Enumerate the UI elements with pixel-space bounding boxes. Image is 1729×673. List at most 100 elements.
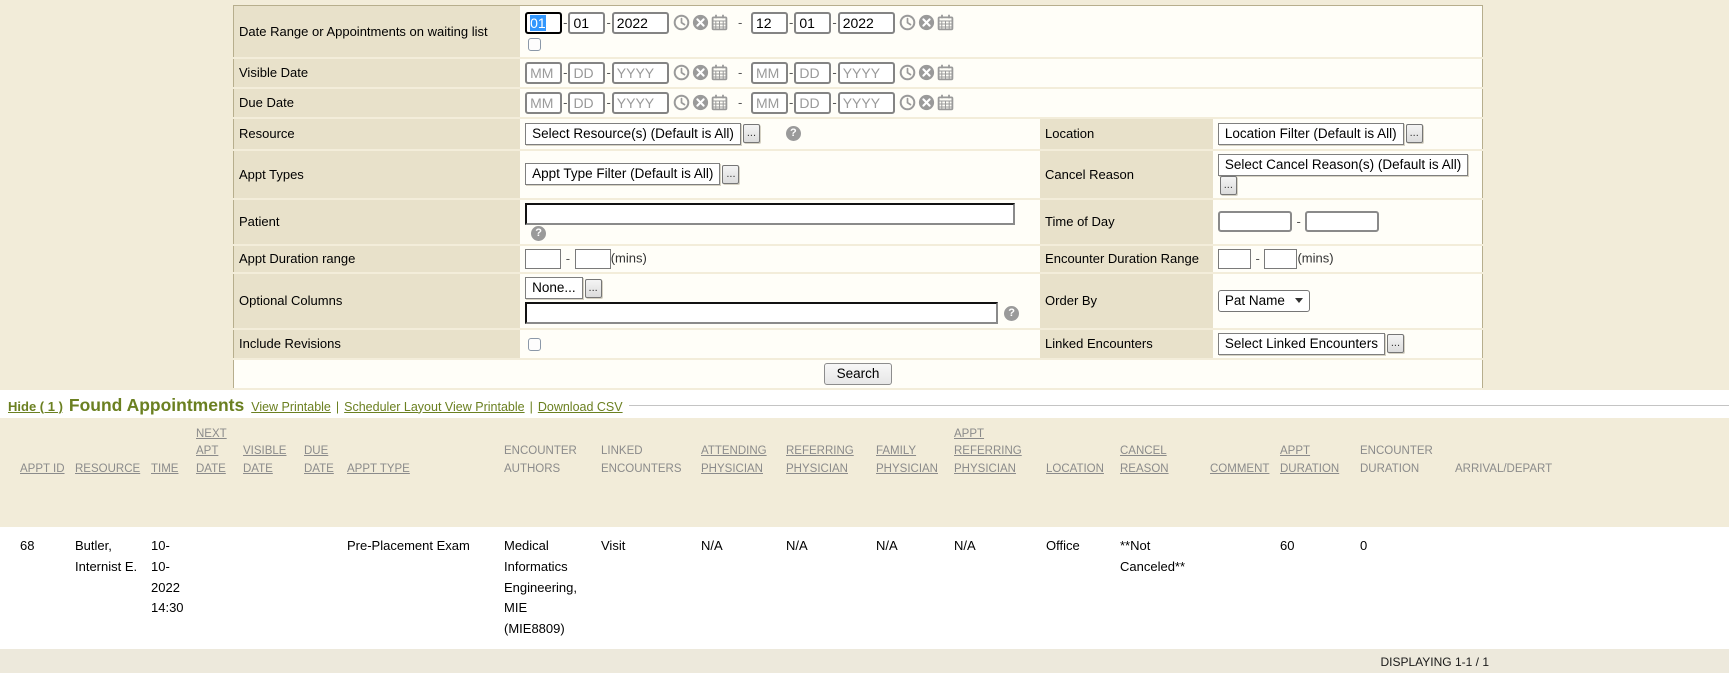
date-to-yyyy-input[interactable] bbox=[838, 12, 895, 34]
calendar-icon[interactable] bbox=[711, 64, 728, 81]
sort-referring-physician-link[interactable]: REFERRING PHYSICIAN bbox=[786, 445, 854, 475]
order-by-cell: Pat Name bbox=[1213, 273, 1483, 329]
time-picker-icon[interactable] bbox=[899, 94, 916, 111]
date-from-mm-value: 01 bbox=[530, 15, 546, 31]
waiting-list-checkbox[interactable] bbox=[528, 38, 541, 51]
resource-help-icon[interactable]: ? bbox=[786, 126, 801, 141]
calendar-icon[interactable] bbox=[937, 94, 954, 111]
sort-family-physician-link[interactable]: FAMILY PHYSICIAN bbox=[876, 445, 938, 475]
linked-encounters-cell: Select Linked Encounters... bbox=[1213, 329, 1483, 359]
dash-separator: - bbox=[566, 251, 570, 266]
visible-to-yyyy-input[interactable] bbox=[838, 62, 895, 84]
due-from-mm-input[interactable] bbox=[525, 92, 562, 114]
col-appt-referring-physician: APPT REFERRING PHYSICIAN bbox=[954, 418, 1046, 527]
sort-location-link[interactable]: LOCATION bbox=[1046, 463, 1104, 475]
sort-appt-referring-physician-link[interactable]: APPT REFERRING PHYSICIAN bbox=[954, 428, 1022, 476]
col-family-physician: FAMILY PHYSICIAN bbox=[876, 418, 954, 527]
optional-columns-help-icon[interactable]: ? bbox=[1004, 306, 1019, 321]
visible-to-dd-input[interactable] bbox=[794, 62, 831, 84]
due-to-yyyy-input[interactable] bbox=[838, 92, 895, 114]
time-of-day-to-input[interactable] bbox=[1305, 211, 1379, 232]
due-from-yyyy-input[interactable] bbox=[612, 92, 669, 114]
time-picker-icon[interactable] bbox=[899, 14, 916, 31]
optional-columns-filter[interactable]: None... bbox=[525, 277, 583, 299]
appt-duration-min-input[interactable] bbox=[525, 249, 561, 269]
sort-cancel-reason-link[interactable]: CANCEL REASON bbox=[1120, 445, 1169, 475]
clear-date-icon[interactable] bbox=[692, 64, 709, 81]
sort-appt-type-link[interactable]: APPT TYPE bbox=[347, 463, 410, 475]
patient-help-icon[interactable]: ? bbox=[531, 226, 546, 241]
sort-appt-duration-link[interactable]: APPT DURATION bbox=[1280, 445, 1339, 475]
time-of-day-label: Time of Day bbox=[1040, 199, 1213, 245]
optional-columns-more-button[interactable]: ... bbox=[585, 279, 602, 298]
time-picker-icon[interactable] bbox=[673, 14, 690, 31]
due-date-cell: -- - -- bbox=[520, 88, 1482, 118]
optional-columns-input[interactable] bbox=[525, 302, 998, 324]
visible-to-mm-input[interactable] bbox=[751, 62, 788, 84]
sort-time-link[interactable]: TIME bbox=[151, 463, 178, 475]
calendar-icon[interactable] bbox=[937, 14, 954, 31]
dash-separator: - bbox=[789, 15, 793, 30]
sort-comment-link[interactable]: COMMENT bbox=[1210, 463, 1269, 475]
date-from-yyyy-input[interactable] bbox=[612, 12, 669, 34]
sort-next-apt-date-link[interactable]: NEXT APT DATE bbox=[196, 428, 227, 476]
appt-type-more-button[interactable]: ... bbox=[722, 165, 739, 184]
cell-appt-type: Pre-Placement Exam bbox=[347, 527, 504, 649]
search-button[interactable]: Search bbox=[824, 363, 893, 385]
sort-attending-physician-link[interactable]: ATTENDING PHYSICIAN bbox=[701, 445, 767, 475]
cancel-reason-filter[interactable]: Select Cancel Reason(s) (Default is All) bbox=[1218, 154, 1468, 176]
visible-from-yyyy-input[interactable] bbox=[612, 62, 669, 84]
hide-results-link[interactable]: Hide ( 1 ) bbox=[8, 399, 63, 414]
due-from-dd-input[interactable] bbox=[568, 92, 605, 114]
time-of-day-from-input[interactable] bbox=[1218, 211, 1292, 232]
date-to-dd-input[interactable] bbox=[794, 12, 831, 34]
sort-resource-link[interactable]: RESOURCE bbox=[75, 463, 140, 475]
include-revisions-checkbox[interactable] bbox=[528, 338, 541, 351]
due-to-dd-input[interactable] bbox=[794, 92, 831, 114]
clear-date-icon[interactable] bbox=[692, 94, 709, 111]
dash-separator: - bbox=[563, 65, 567, 80]
dash-separator: - bbox=[606, 15, 610, 30]
patient-input[interactable] bbox=[525, 203, 1015, 225]
time-picker-icon[interactable] bbox=[673, 64, 690, 81]
date-from-mm-input[interactable]: 01 bbox=[525, 12, 562, 34]
dash-separator: - bbox=[1296, 214, 1300, 229]
linked-encounters-filter[interactable]: Select Linked Encounters bbox=[1218, 333, 1385, 355]
sort-appt-id-link[interactable]: APPT ID bbox=[20, 463, 65, 475]
clear-date-icon[interactable] bbox=[918, 64, 935, 81]
cell-attending-physician: N/A bbox=[701, 527, 786, 649]
time-picker-icon[interactable] bbox=[673, 94, 690, 111]
calendar-icon[interactable] bbox=[711, 14, 728, 31]
clear-date-icon[interactable] bbox=[918, 94, 935, 111]
appt-type-filter[interactable]: Appt Type Filter (Default is All) bbox=[525, 163, 720, 185]
found-appointments-title: Found Appointments bbox=[69, 395, 244, 416]
order-by-select[interactable]: Pat Name bbox=[1218, 290, 1310, 312]
appt-duration-max-input[interactable] bbox=[575, 249, 611, 269]
search-form: Date Range or Appointments on waiting li… bbox=[233, 5, 1483, 390]
visible-from-dd-input[interactable] bbox=[568, 62, 605, 84]
encounter-duration-min-input[interactable] bbox=[1218, 249, 1251, 269]
sort-visible-date-link[interactable]: VISIBLE DATE bbox=[243, 445, 286, 475]
linked-encounters-more-button[interactable]: ... bbox=[1387, 334, 1404, 353]
date-to-mm-input[interactable] bbox=[751, 12, 788, 34]
view-printable-link[interactable]: View Printable bbox=[251, 400, 331, 414]
clear-date-icon[interactable] bbox=[692, 14, 709, 31]
download-csv-link[interactable]: Download CSV bbox=[538, 400, 623, 414]
location-label: Location bbox=[1040, 118, 1213, 150]
due-to-mm-input[interactable] bbox=[751, 92, 788, 114]
time-picker-icon[interactable] bbox=[899, 64, 916, 81]
visible-from-mm-input[interactable] bbox=[525, 62, 562, 84]
encounter-duration-max-input[interactable] bbox=[1264, 249, 1297, 269]
scheduler-layout-view-printable-link[interactable]: Scheduler Layout View Printable bbox=[344, 400, 524, 414]
calendar-icon[interactable] bbox=[937, 64, 954, 81]
search-button-row: Search bbox=[234, 359, 1483, 389]
clear-date-icon[interactable] bbox=[918, 14, 935, 31]
location-filter[interactable]: Location Filter (Default is All) bbox=[1218, 123, 1404, 145]
resource-more-button[interactable]: ... bbox=[743, 124, 760, 143]
date-from-dd-input[interactable] bbox=[568, 12, 605, 34]
location-more-button[interactable]: ... bbox=[1406, 124, 1423, 143]
cancel-reason-more-button[interactable]: ... bbox=[1220, 176, 1237, 195]
resource-filter[interactable]: Select Resource(s) (Default is All) bbox=[525, 123, 741, 145]
calendar-icon[interactable] bbox=[711, 94, 728, 111]
sort-due-date-link[interactable]: DUE DATE bbox=[304, 445, 334, 475]
